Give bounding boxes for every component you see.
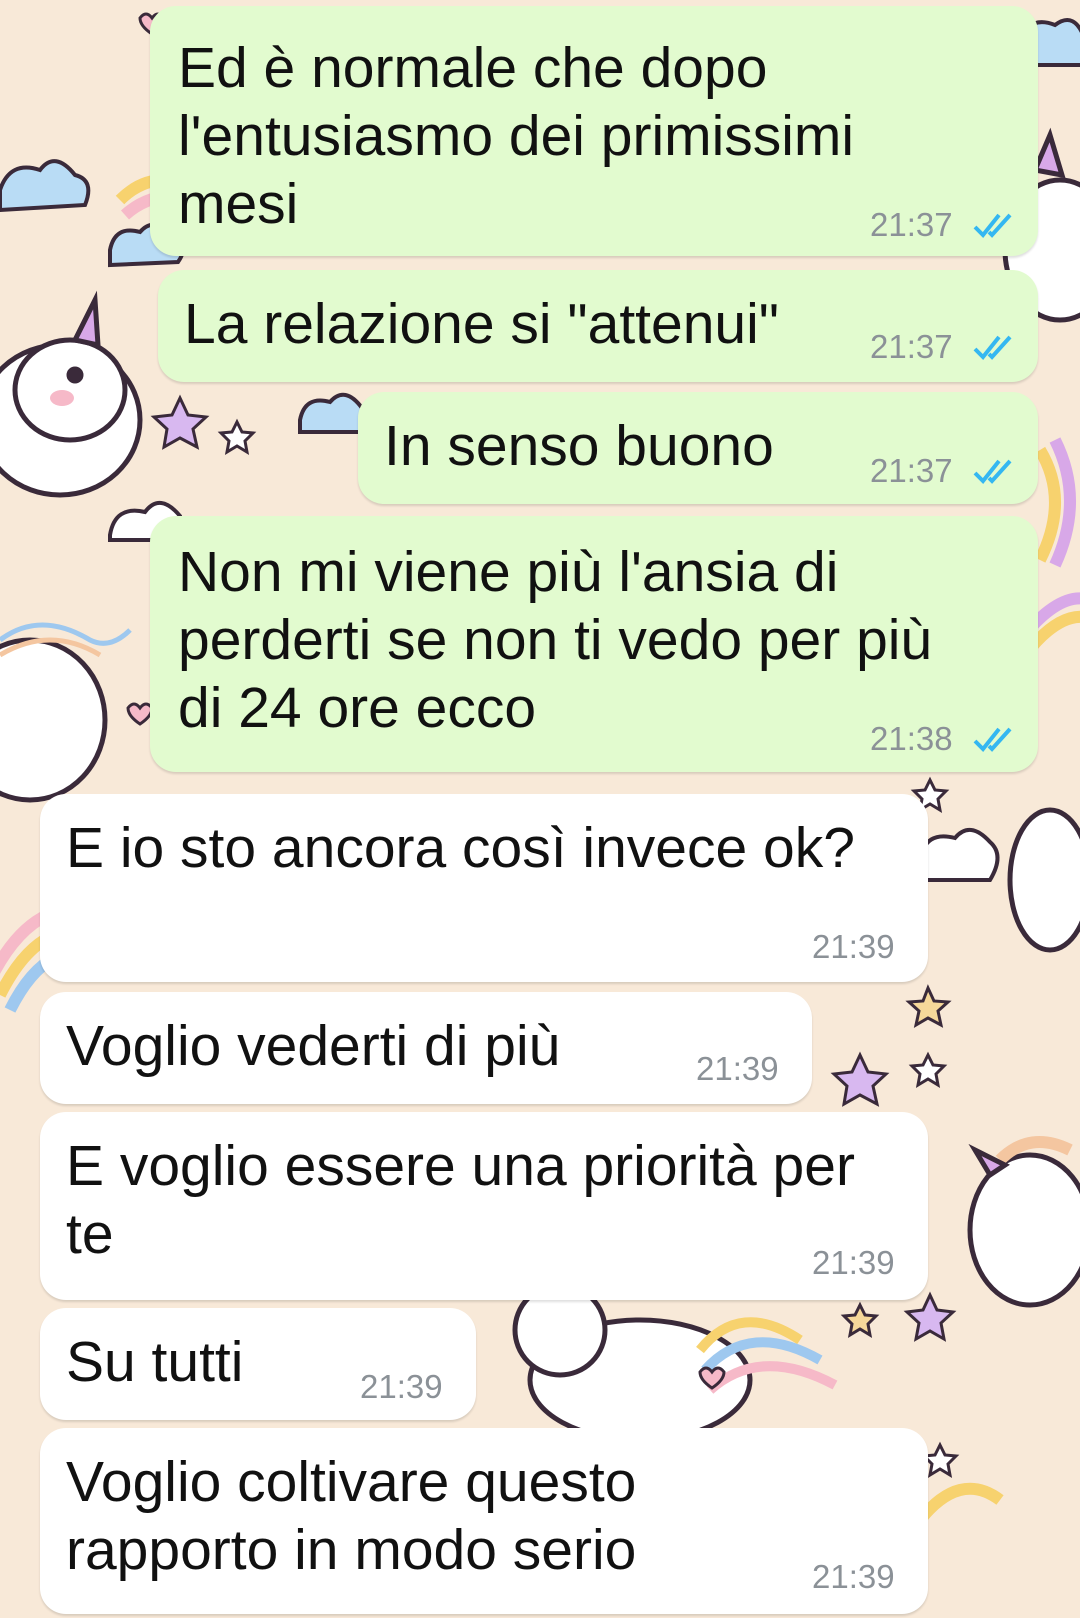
message-text: Non mi viene più l'ansia di perderti se … bbox=[178, 540, 933, 740]
incoming-message-bubble[interactable]: E io sto ancora così invece ok? 21:39 bbox=[40, 794, 928, 982]
conversation: Ed è normale che dopo l'entusiasmo dei p… bbox=[0, 0, 1080, 1618]
message-text: La relazione si "attenui" bbox=[184, 292, 779, 356]
double-check-icon bbox=[973, 335, 1012, 360]
message-timestamp: 21:39 bbox=[812, 1244, 895, 1281]
message-timestamp: 21:37 bbox=[870, 328, 953, 365]
double-check-icon bbox=[973, 213, 1012, 238]
message-text: Voglio vederti di più bbox=[66, 1014, 561, 1078]
message-timestamp: 21:39 bbox=[812, 928, 895, 965]
message-timestamp: 21:37 bbox=[870, 206, 953, 243]
message-timestamp: 21:39 bbox=[812, 1558, 895, 1595]
message-text: Ed è normale che dopo l'entusiasmo dei p… bbox=[178, 36, 855, 236]
message-timestamp: 21:37 bbox=[870, 452, 953, 489]
message-timestamp: 21:39 bbox=[696, 1050, 779, 1087]
outgoing-message-bubble[interactable]: La relazione si "attenui" 21:37 bbox=[158, 270, 1038, 382]
message-timestamp: 21:38 bbox=[870, 720, 953, 757]
double-check-icon bbox=[973, 459, 1012, 484]
outgoing-message-bubble[interactable]: Non mi viene più l'ansia di perderti se … bbox=[150, 516, 1038, 772]
message-text: E voglio essere una priorità per te bbox=[66, 1134, 855, 1266]
message-timestamp: 21:39 bbox=[360, 1368, 443, 1405]
message-text: E io sto ancora così invece ok? bbox=[66, 816, 855, 880]
message-text: Voglio coltivare questo rapporto in modo… bbox=[66, 1450, 637, 1582]
incoming-message-bubble[interactable]: Voglio coltivare questo rapporto in modo… bbox=[40, 1428, 928, 1614]
incoming-message-bubble[interactable]: E voglio essere una priorità per te 21:3… bbox=[40, 1112, 928, 1300]
message-text: Su tutti bbox=[66, 1330, 244, 1394]
outgoing-message-bubble[interactable]: Ed è normale che dopo l'entusiasmo dei p… bbox=[150, 6, 1038, 256]
incoming-message-bubble[interactable]: Voglio vederti di più 21:39 bbox=[40, 992, 812, 1104]
outgoing-message-bubble[interactable]: In senso buono 21:37 bbox=[358, 392, 1038, 504]
message-text: In senso buono bbox=[384, 414, 774, 478]
incoming-message-bubble[interactable]: Su tutti 21:39 bbox=[40, 1308, 476, 1420]
double-check-icon bbox=[973, 727, 1012, 752]
